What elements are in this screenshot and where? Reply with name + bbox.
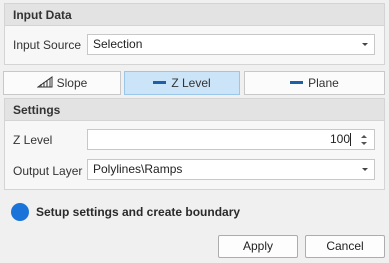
chevron-down-icon xyxy=(362,168,368,171)
text-caret xyxy=(350,133,351,146)
spin-down-icon[interactable] xyxy=(361,142,367,145)
apply-button[interactable]: Apply xyxy=(218,235,298,258)
cancel-button[interactable]: Cancel xyxy=(305,235,385,258)
zlevel-spinner[interactable]: 100 xyxy=(87,129,375,150)
tab-zlevel[interactable]: Z Level xyxy=(124,71,240,95)
output-layer-label: Output Layer xyxy=(13,164,83,178)
mode-tabs: Slope Z Level Plane xyxy=(3,71,385,95)
tab-plane[interactable]: Plane xyxy=(244,71,385,95)
status-indicator-icon xyxy=(11,203,29,221)
status-message: Setup settings and create boundary xyxy=(36,205,241,219)
zlevel-value: 100 xyxy=(329,132,350,146)
zlevel-label: Z Level xyxy=(13,133,53,147)
spin-up-icon[interactable] xyxy=(361,135,367,138)
line-icon xyxy=(290,81,304,85)
chevron-down-icon xyxy=(362,43,368,46)
slope-icon xyxy=(36,73,53,95)
tab-slope[interactable]: Slope xyxy=(3,71,121,95)
tab-zlevel-label: Z Level xyxy=(171,76,211,90)
input-source-label: Input Source xyxy=(13,38,82,52)
tab-plane-label: Plane xyxy=(308,76,339,90)
input-data-header: Input Data xyxy=(5,4,384,26)
output-layer-value: Polylines\Ramps xyxy=(93,162,183,176)
output-layer-select[interactable]: Polylines\Ramps xyxy=(87,159,375,180)
line-icon xyxy=(153,81,167,85)
tab-slope-label: Slope xyxy=(56,76,88,90)
input-source-select[interactable]: Selection xyxy=(87,34,375,55)
settings-header: Settings xyxy=(5,99,384,121)
input-source-value: Selection xyxy=(93,37,143,51)
